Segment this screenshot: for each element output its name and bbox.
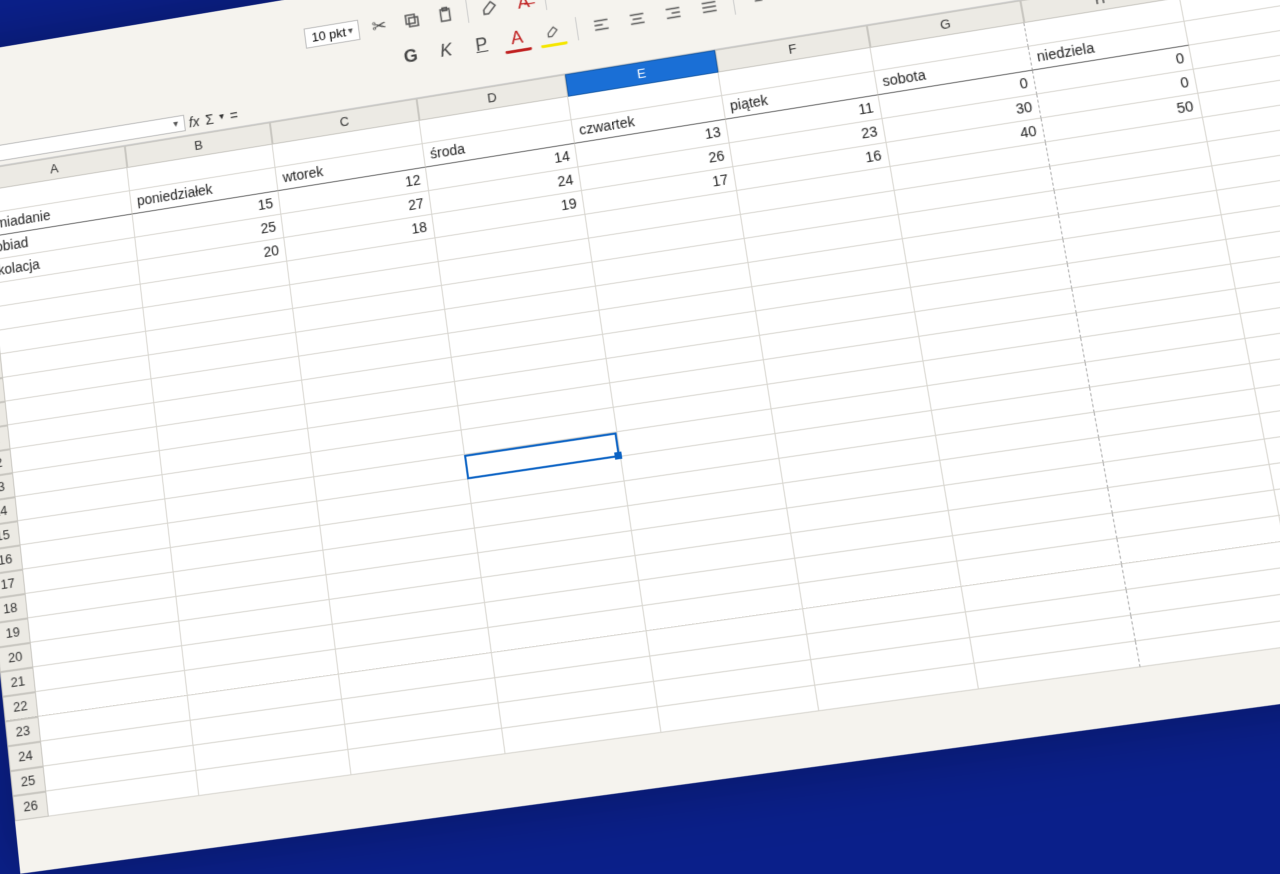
sigma-icon[interactable]: Σ [204,111,214,128]
formula-controls: fx Σ ▾ = [188,107,239,130]
align-right-icon[interactable] [657,0,689,29]
chevron-down-icon[interactable]: ▾ [219,111,225,122]
font-color-icon[interactable]: A [501,23,533,55]
highlight-icon[interactable] [537,17,569,49]
align-top-icon[interactable] [742,0,775,15]
undo-icon[interactable]: ↶ [552,0,584,10]
clear-format-icon[interactable]: A̶ [508,0,540,18]
align-center-icon[interactable] [621,3,653,35]
format-brush-icon[interactable] [474,0,505,23]
separator [575,17,579,40]
align-justify-icon[interactable] [693,0,725,23]
align-middle-icon[interactable] [778,0,811,9]
align-left-icon[interactable] [585,9,617,41]
font-size-select[interactable]: 10 pkt ▾ [303,19,360,48]
separator [731,0,736,15]
underline-button[interactable]: P [466,29,497,61]
fx-icon[interactable]: fx [188,113,200,130]
bold-button[interactable]: G [395,40,426,71]
copy-icon[interactable] [397,5,428,36]
chevron-down-icon: ▾ [173,119,179,130]
cut-icon[interactable]: ✂ [364,10,395,41]
font-size-value: 10 pkt [311,24,347,44]
redo-icon[interactable]: ↷ [586,0,618,5]
align-bottom-icon[interactable] [815,0,848,3]
row-header[interactable]: 26 [12,792,48,822]
paste-icon[interactable] [430,0,461,31]
italic-button[interactable]: K [430,34,461,65]
app-window: Style Arkusz Dane Narzędzia Okno Pomoc 1… [0,0,1280,874]
separator [543,0,547,10]
chevron-down-icon: ▾ [347,25,353,36]
separator [466,0,470,23]
equals-icon[interactable]: = [229,107,239,124]
